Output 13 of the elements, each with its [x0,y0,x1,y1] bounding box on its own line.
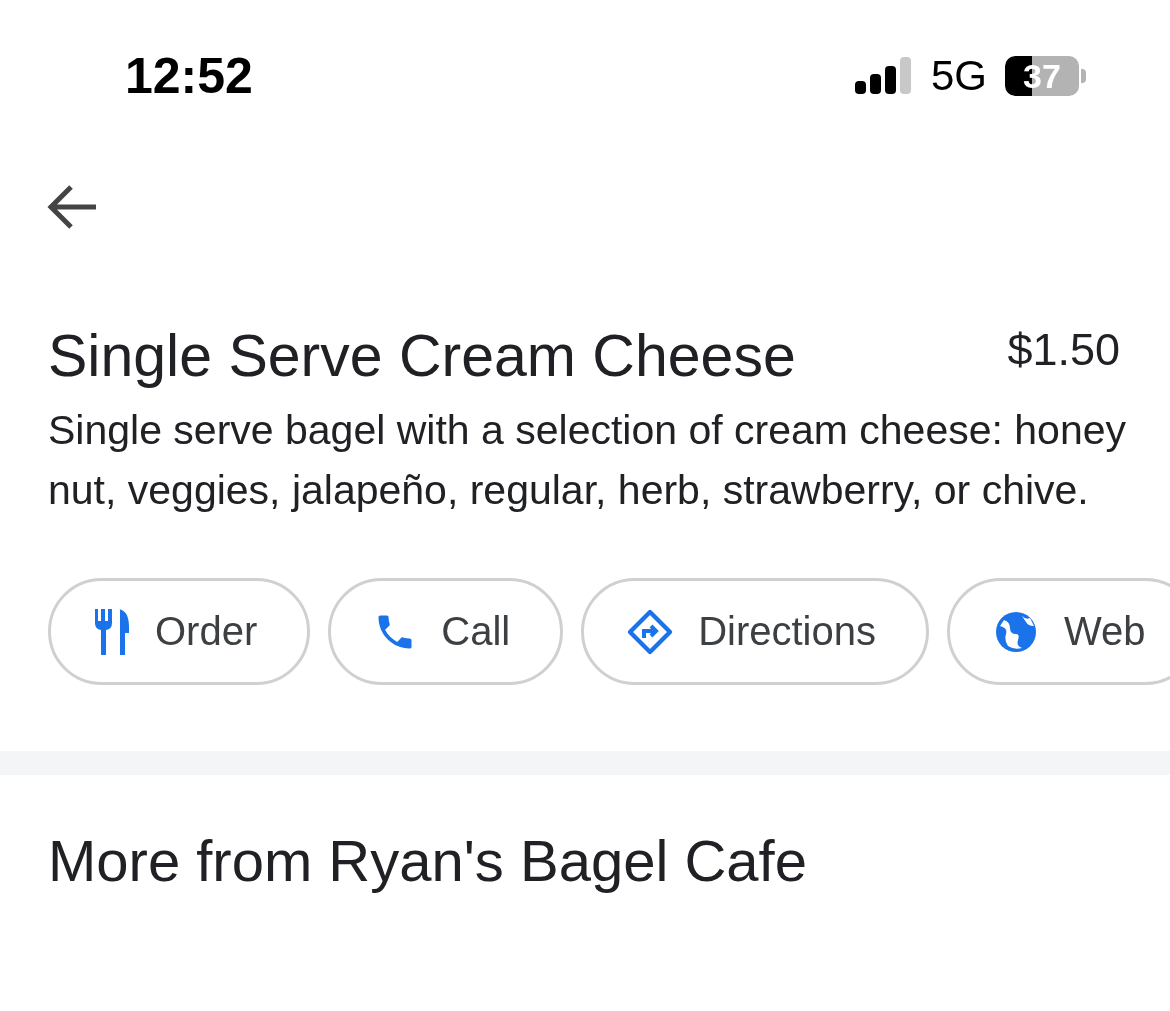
item-title: Single Serve Cream Cheese [48,322,796,391]
signal-icon [854,57,913,95]
item-description: Single serve bagel with a selection of cream cheese: honey nut, veggies, jalapeño, regular, herb, strawberry, or chive. [47,406,1127,515]
section-heading: More from Ryan's Bagel Cafe [47,827,808,894]
network-label: 5G [930,52,987,100]
website-button[interactable]: Web [947,578,1170,685]
order-button[interactable]: Order [48,578,311,685]
item-price: $1.50 [1007,323,1120,377]
directions-button[interactable]: Directions [581,578,929,685]
directions-icon [626,607,675,656]
cutlery-icon [93,608,131,655]
status-time: 12:52 [125,47,253,105]
call-button[interactable]: Call [328,578,564,685]
